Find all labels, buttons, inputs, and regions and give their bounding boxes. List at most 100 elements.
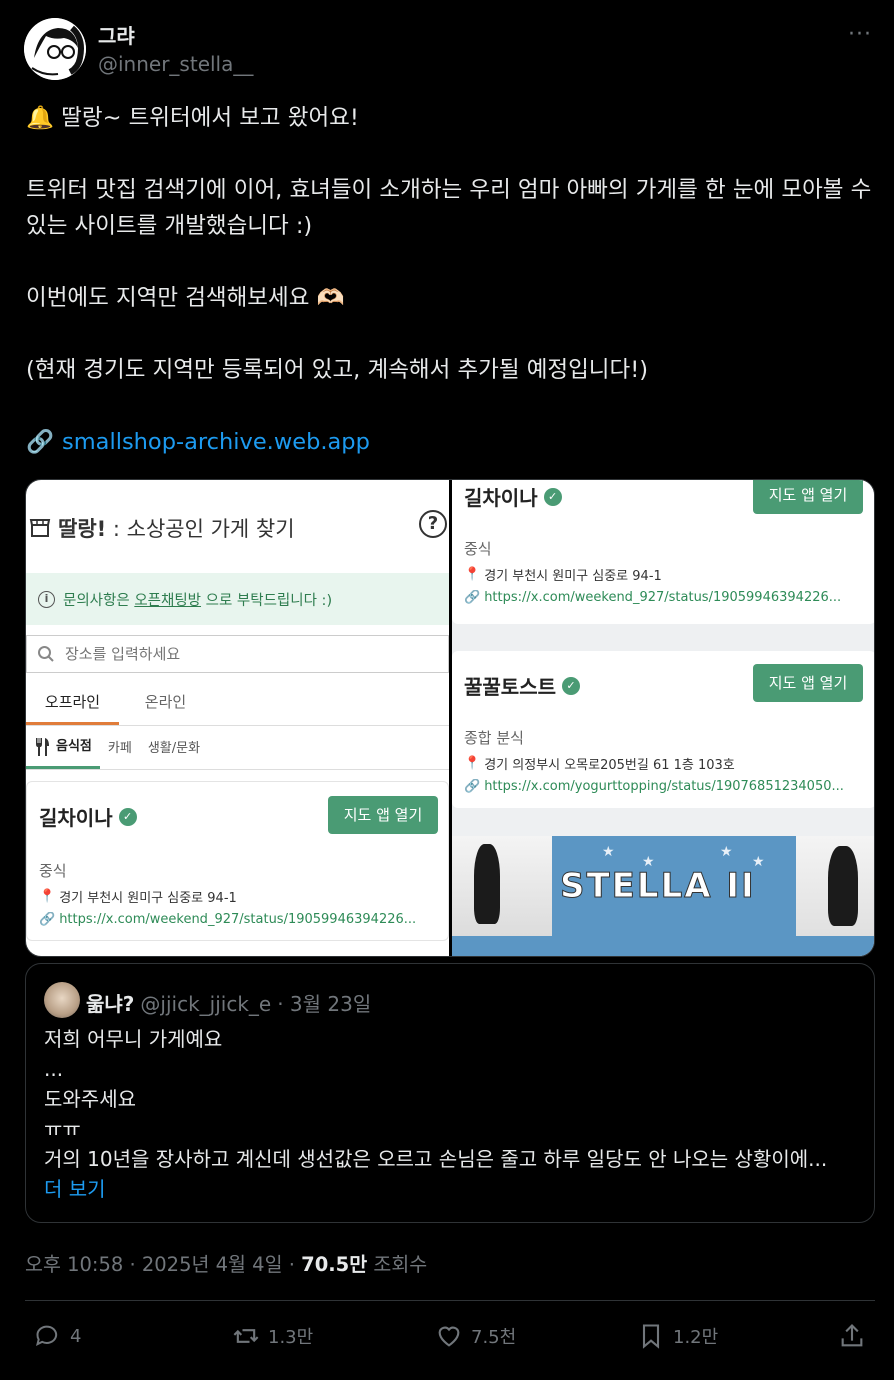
shop-category: 중식: [39, 862, 67, 880]
like-count: 7.5천: [471, 1327, 517, 1348]
search-input[interactable]: [65, 645, 405, 663]
tweet-meta: 오후 10:58 · 2025년 4월 4일 · 70.5만 조회수: [25, 1248, 427, 1277]
tweet-line-1: 🔔 딸랑~ 트위터에서 보고 왔어요!: [26, 105, 359, 131]
media-image-1[interactable]: 딸랑! : 소상공인 가게 찾기 ? i 문의사항은 오픈채팅방 으로 부탁드립…: [26, 480, 449, 956]
reply-count: 4: [70, 1325, 82, 1347]
tab-offline[interactable]: 오프라인: [26, 682, 119, 725]
quoted-line: 도와주세요: [44, 1087, 136, 1111]
views-label: 조회수: [367, 1253, 428, 1276]
link-icon: 🔗: [464, 779, 481, 794]
tweet-line-4: (현재 경기도 지역만 등록되어 있고, 계속해서 추가될 예정입니다!): [26, 357, 648, 383]
view-count: 70.5만: [301, 1253, 368, 1276]
tweet-timestamp[interactable]: 오후 10:58 · 2025년 4월 4일 ·: [25, 1253, 301, 1276]
action-bar: 4 1.3만 7.5천 1.2만: [0, 1318, 894, 1358]
quoted-author-handle[interactable]: @jjick_jjick_e: [140, 992, 271, 1016]
open-map-button[interactable]: 지도 앱 열기: [753, 664, 863, 702]
verified-icon: ✓: [118, 807, 137, 826]
notice-banner: i 문의사항은 오픈채팅방 으로 부탁드립니다 :): [26, 573, 449, 625]
tweet-link-line: 🔗 smallshop-archive.web.app: [26, 424, 876, 460]
pin-icon: 📍: [39, 889, 56, 904]
banner-title: STELLA II: [560, 866, 756, 907]
photo-left: [452, 836, 552, 936]
avatar-illustration: [24, 18, 86, 80]
author-name[interactable]: 그랴: [98, 20, 135, 49]
quoted-text: 저희 어무니 가게예요 ... 도와주세요 ㅠㅠ 거의 10년을 장사하고 계신…: [44, 1024, 864, 1204]
app-title: 딸랑! : 소상공인 가게 찾기: [58, 517, 295, 541]
quoted-header: 욺냐? @jjick_jjick_e · 3월 23일: [86, 988, 371, 1017]
retweet-button[interactable]: 1.3만: [232, 1322, 313, 1350]
divider: [25, 1300, 875, 1301]
subtab-restaurant[interactable]: 음식점: [26, 729, 100, 769]
quoted-author-name[interactable]: 욺냐?: [86, 988, 134, 1017]
show-more-link[interactable]: 더 보기: [44, 1174, 864, 1204]
tab-online[interactable]: 온라인: [119, 682, 212, 725]
quoted-line: ㅠㅠ: [44, 1117, 81, 1141]
open-map-button[interactable]: 지도 앱 열기: [328, 796, 438, 834]
author-handle[interactable]: @inner_stella__: [98, 52, 253, 76]
more-options-icon[interactable]: ···: [848, 22, 872, 47]
quoted-line: ...: [44, 1057, 64, 1081]
shop-source-link[interactable]: 🔗 https://x.com/weekend_927/status/19059…: [39, 912, 439, 927]
tweet-link[interactable]: smallshop-archive.web.app: [62, 424, 370, 460]
bookmark-button[interactable]: 1.2만: [637, 1322, 718, 1350]
shop-name: 길차이나 ✓: [464, 482, 562, 511]
star-icon: ★: [720, 844, 733, 860]
app-header: 딸랑! : 소상공인 가게 찾기: [26, 508, 449, 548]
quoted-line: 거의 10년을 장사하고 계신데 생선값은 오르고 손님은 줄고 하루 일당도 …: [44, 1147, 828, 1171]
retweet-icon: [233, 1329, 259, 1343]
tab-bar: 오프라인 온라인: [26, 682, 449, 726]
pin-icon: 📍: [464, 567, 481, 582]
bookmark-count: 1.2만: [673, 1327, 719, 1348]
subtab-cafe[interactable]: 카페: [100, 729, 140, 769]
fork-knife-icon: [36, 738, 49, 756]
shop-address: 📍 경기 부천시 원미구 심중로 94-1: [464, 567, 662, 584]
subtab-life-culture[interactable]: 생활/문화: [140, 729, 208, 769]
shop-address: 📍 경기 의정부시 오목로205번길 61 1층 103호: [464, 756, 735, 773]
tweet-line-3: 이번에도 지역만 검색해보세요 🫶🏻: [26, 285, 345, 311]
shop-category: 종합 분식: [464, 729, 524, 747]
verified-icon: ✓: [562, 676, 580, 695]
notice-text: 문의사항은 오픈채팅방 으로 부탁드립니다 :): [63, 592, 333, 609]
media-grid[interactable]: 딸랑! : 소상공인 가게 찾기 ? i 문의사항은 오픈채팅방 으로 부탁드립…: [25, 479, 875, 957]
shop-category: 중식: [464, 540, 492, 558]
shop-card: 길차이나 ✓ 지도 앱 열기 중식 📍 경기 부천시 원미구 심중로 94-1 …: [26, 781, 449, 941]
help-icon[interactable]: ?: [419, 510, 447, 538]
star-icon: ★: [602, 844, 615, 860]
link-icon: 🔗: [464, 590, 481, 605]
quoted-author-avatar[interactable]: [44, 982, 80, 1018]
quoted-line: 저희 어무니 가게예요: [44, 1027, 223, 1051]
pin-icon: 📍: [464, 756, 481, 771]
shop-source-link[interactable]: 🔗 https://x.com/yogurttopping/status/190…: [464, 779, 864, 794]
reply-icon: [36, 1325, 58, 1347]
figure-left: [474, 844, 500, 924]
media-image-2[interactable]: 길차이나 ✓ 지도 앱 열기 중식 📍 경기 부천시 원미구 심중로 94-1 …: [452, 480, 874, 956]
info-icon: i: [38, 590, 55, 608]
search-bar: [26, 635, 449, 673]
like-button[interactable]: 7.5천: [435, 1322, 516, 1350]
store-icon: [29, 519, 51, 537]
shop-name: 꿀꿀토스트 ✓: [464, 671, 580, 700]
link-icon: 🔗: [39, 912, 56, 927]
bookmark-icon: [642, 1324, 660, 1349]
share-button[interactable]: [838, 1322, 866, 1350]
search-icon: [38, 646, 54, 662]
subtab-bar: 음식점 카페 생활/문화: [26, 728, 449, 770]
author-avatar[interactable]: [24, 18, 86, 80]
link-icon: 🔗: [26, 429, 55, 455]
tweet-text: 🔔 딸랑~ 트위터에서 보고 왔어요! 트위터 맛집 검색기에 이어, 효녀들이…: [26, 100, 876, 460]
retweet-count: 1.3만: [268, 1327, 314, 1348]
heart-icon: [438, 1326, 460, 1347]
reply-button[interactable]: 4: [34, 1322, 81, 1350]
quoted-date: · 3월 23일: [277, 992, 372, 1016]
shop-card: 길차이나 ✓ 지도 앱 열기 중식 📍 경기 부천시 원미구 심중로 94-1 …: [452, 480, 874, 624]
quoted-tweet[interactable]: 욺냐? @jjick_jjick_e · 3월 23일 저희 어무니 가게예요 …: [25, 963, 875, 1223]
open-map-button[interactable]: 지도 앱 열기: [753, 480, 863, 514]
tweet-line-2: 트위터 맛집 검색기에 이어, 효녀들이 소개하는 우리 엄마 아빠의 가게를 …: [26, 177, 872, 239]
share-icon: [841, 1324, 863, 1347]
shop-source-link[interactable]: 🔗 https://x.com/weekend_927/status/19059…: [464, 590, 864, 605]
album-banner-image: ★ ★ ★ ★ STELLA II: [452, 836, 874, 956]
shop-card: 꿀꿀토스트 ✓ 지도 앱 열기 종합 분식 📍 경기 의정부시 오목로205번길…: [452, 651, 874, 808]
shop-name: 길차이나 ✓: [39, 802, 137, 831]
shop-address: 📍 경기 부천시 원미구 심중로 94-1: [39, 889, 237, 906]
figure-right: [828, 846, 858, 926]
